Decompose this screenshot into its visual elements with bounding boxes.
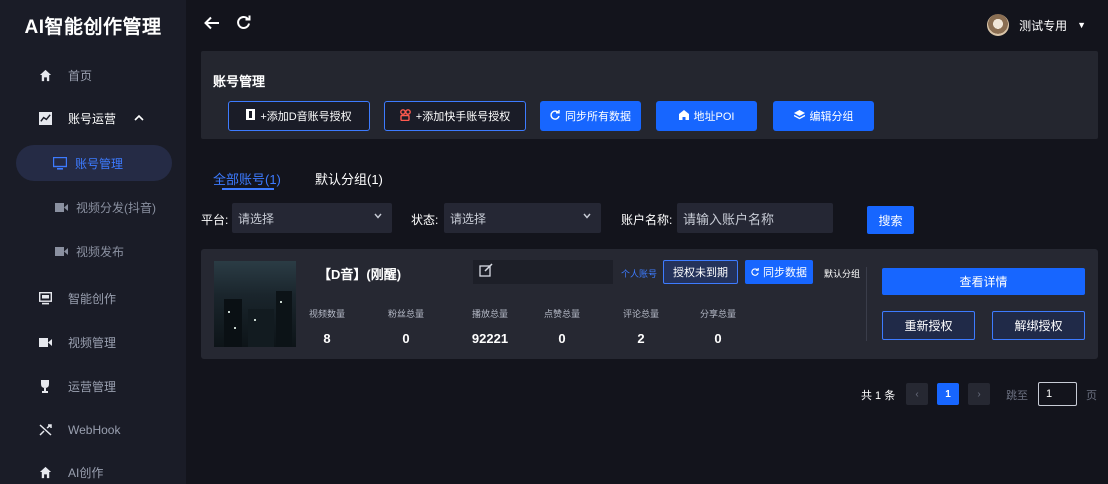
sidebar-item-label: 首页	[68, 68, 93, 83]
stat-fans-total: 粉丝总量 0	[387, 309, 424, 346]
sidebar-item-video-publish[interactable]: 视频发布	[0, 231, 186, 271]
add-douyin-account-button[interactable]: +添加D音账号授权	[228, 101, 370, 131]
tab-all-accounts[interactable]: 全部账号(1)	[213, 169, 281, 188]
video-camera-icon	[54, 200, 68, 214]
status-select[interactable]: 请选择	[444, 203, 601, 233]
sidebar-item-label: 账号运营	[68, 111, 117, 126]
edit-group-button[interactable]: 编辑分组	[773, 101, 874, 131]
chevron-down-icon	[374, 211, 382, 222]
avatar	[987, 14, 1010, 36]
status-select-value: 请选择	[450, 211, 487, 226]
caret-down-icon: ▼	[1077, 20, 1086, 30]
reauthorize-button[interactable]: 重新授权	[882, 311, 975, 340]
app-root: AI智能创作管理 首页 账号运营 账号管理 视频分发(抖音) 视频发布 智能创作…	[0, 0, 1108, 484]
chevron-right-icon: ›	[977, 388, 981, 400]
page-number-button[interactable]: 1	[937, 383, 959, 405]
poi-button[interactable]: 地址POI	[656, 101, 757, 131]
home-icon	[38, 68, 52, 82]
user-menu[interactable]: 测试专用 ▼	[987, 14, 1086, 36]
account-name-placeholder: 请输入账户名称	[683, 211, 775, 227]
sidebar-item-label: 智能创作	[68, 291, 117, 306]
back-arrow-icon[interactable]	[204, 14, 220, 36]
sidebar-item-label: 视频管理	[68, 335, 117, 350]
sidebar-item-webhook[interactable]: WebHook	[0, 410, 186, 450]
account-card: 【D音】(刚醒) 个人账号 授权未到期 同步数据 默认分组 视频数量 8 粉丝总…	[201, 249, 1098, 359]
screen-icon	[38, 291, 52, 305]
account-name: 【D音】(刚醒)	[318, 267, 402, 282]
unbind-authorization-button[interactable]: 解绑授权	[992, 311, 1085, 340]
user-name: 测试专用	[1019, 18, 1068, 33]
personal-account-tag: 个人账号	[621, 269, 658, 279]
tab-default-group[interactable]: 默认分组(1)	[315, 169, 383, 188]
video-camera-icon	[54, 244, 68, 258]
add-kuaishou-account-button[interactable]: +添加快手账号授权	[384, 101, 526, 131]
sidebar-item-video-manage[interactable]: 视频管理	[0, 322, 186, 362]
building-icon	[678, 109, 689, 123]
platform-label: 平台:	[201, 213, 229, 227]
refresh-icon[interactable]	[236, 14, 251, 36]
active-tab-indicator	[222, 188, 274, 190]
shuffle-icon	[38, 423, 52, 437]
group-tag: 默认分组	[824, 269, 861, 279]
sidebar-item-label: AI创作	[68, 465, 104, 480]
sidebar-item-label: 运营管理	[68, 379, 117, 394]
home-icon	[38, 465, 52, 479]
sidebar-item-ai-create[interactable]: AI创作	[0, 452, 186, 484]
status-label: 状态:	[411, 213, 439, 227]
platform-select[interactable]: 请选择	[232, 203, 392, 233]
account-name-input[interactable]: 请输入账户名称	[677, 203, 833, 233]
auth-status-badge[interactable]: 授权未到期	[663, 260, 738, 284]
sidebar: AI智能创作管理 首页 账号运营 账号管理 视频分发(抖音) 视频发布 智能创作…	[0, 0, 186, 484]
edit-icon	[479, 263, 493, 281]
sidebar-item-label: WebHook	[68, 423, 121, 437]
sidebar-item-label: 视频分发(抖音)	[76, 200, 156, 215]
kuaishou-icon	[399, 108, 411, 124]
sidebar-item-smart-create[interactable]: 智能创作	[0, 278, 186, 318]
brand-title: AI智能创作管理	[24, 16, 162, 38]
topbar: 测试专用 ▼	[186, 0, 1108, 50]
sidebar-item-home[interactable]: 首页	[0, 55, 186, 95]
sidebar-item-video-distribute[interactable]: 视频分发(抖音)	[0, 187, 186, 227]
sidebar-item-operations[interactable]: 运营管理	[0, 366, 186, 406]
douyin-icon	[246, 109, 256, 123]
sync-all-button[interactable]: 同步所有数据	[540, 101, 641, 131]
sidebar-item-label: 视频发布	[76, 244, 125, 259]
sidebar-item-label: 账号管理	[75, 156, 124, 171]
next-page-button[interactable]: ›	[968, 383, 990, 405]
sidebar-item-account-manage[interactable]: 账号管理	[16, 145, 172, 181]
pagination-total: 共 1 条	[861, 390, 896, 402]
layers-icon	[793, 109, 805, 123]
account-name-label: 账户名称:	[621, 213, 673, 227]
chevron-left-icon: ‹	[915, 388, 919, 400]
sidebar-item-account-ops[interactable]: 账号运营	[0, 98, 186, 138]
search-button[interactable]: 搜索	[867, 206, 914, 234]
chevron-down-icon	[583, 211, 591, 222]
trophy-icon	[38, 379, 52, 393]
stat-comments-total: 评论总量 2	[622, 309, 659, 346]
prev-page-button[interactable]: ‹	[906, 383, 928, 405]
account-toolbar-panel: 账号管理 +添加D音账号授权 +添加快手账号授权 同步所有数据 地址POI 编辑…	[201, 51, 1098, 139]
sync-icon	[751, 268, 759, 276]
stat-video-count: 视频数量 8	[308, 309, 345, 346]
goto-label: 跳至	[1006, 390, 1028, 402]
platform-select-value: 请选择	[238, 211, 275, 226]
account-thumbnail	[214, 261, 296, 347]
chart-icon	[38, 111, 52, 125]
edit-note-field[interactable]	[473, 260, 613, 284]
view-details-button[interactable]: 查看详情	[882, 268, 1085, 295]
panel-title: 账号管理	[213, 74, 266, 89]
monitor-icon	[53, 156, 67, 170]
stat-plays-total: 播放总量 92221	[471, 309, 509, 346]
page-suffix: 页	[1086, 390, 1097, 402]
goto-page-input[interactable]: 1	[1038, 382, 1077, 406]
sync-icon	[550, 109, 560, 123]
stat-likes-total: 点赞总量 0	[543, 309, 580, 346]
sync-data-button[interactable]: 同步数据	[745, 260, 813, 284]
video-camera-icon	[38, 335, 52, 349]
stat-shares-total: 分享总量 0	[699, 309, 736, 346]
chevron-up-icon[interactable]	[134, 112, 144, 124]
divider	[866, 267, 867, 341]
